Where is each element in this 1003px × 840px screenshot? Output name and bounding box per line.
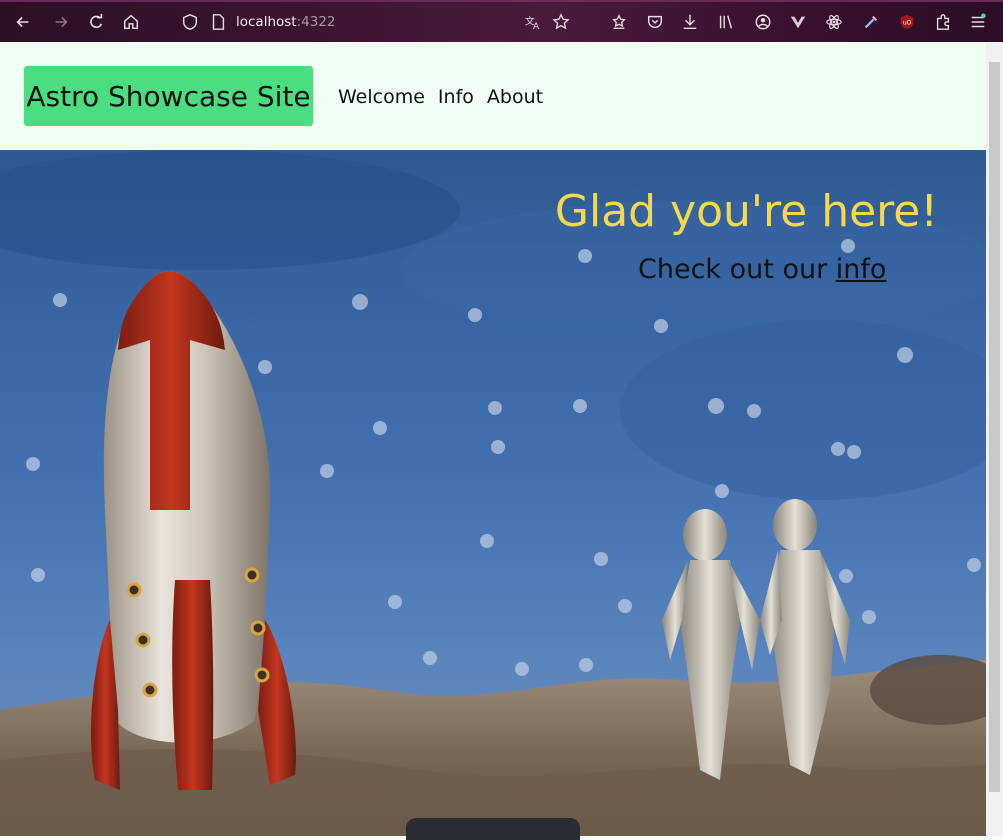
account-icon[interactable]: [752, 11, 774, 33]
vue-devtools-icon[interactable]: [787, 11, 809, 33]
page-viewport: Astro Showcase Site Welcome Info About G…: [0, 42, 986, 836]
info-link[interactable]: info: [836, 254, 887, 285]
ublock-icon[interactable]: uO: [896, 11, 918, 33]
svg-text:A: A: [533, 22, 540, 31]
react-devtools-icon[interactable]: [823, 11, 845, 33]
extensions-icon[interactable]: [932, 11, 954, 33]
translate-icon[interactable]: 文A: [522, 11, 544, 33]
bookmark-star-icon[interactable]: [550, 11, 572, 33]
eyedropper-icon[interactable]: [860, 11, 882, 33]
hero-section: Glad you're here! Check out our info: [0, 150, 986, 836]
back-icon[interactable]: [12, 11, 34, 33]
dev-toolbar[interactable]: [406, 818, 580, 840]
svg-text:uO: uO: [903, 21, 912, 27]
scrollbar-thumb[interactable]: [989, 62, 1000, 792]
reload-icon[interactable]: [85, 11, 107, 33]
url-field[interactable]: localhost:4322: [236, 14, 336, 30]
hero-subtitle: Check out our info: [638, 254, 886, 285]
sync-icon[interactable]: [608, 11, 630, 33]
menu-icon[interactable]: [967, 11, 989, 33]
browser-toolbar: localhost:4322 文A uO: [0, 0, 1003, 42]
forward-icon[interactable]: [50, 11, 72, 33]
nav-link-about[interactable]: About: [487, 86, 543, 108]
home-icon[interactable]: [120, 11, 142, 33]
vertical-scrollbar[interactable]: [986, 42, 1003, 836]
nav-link-info[interactable]: Info: [438, 86, 474, 108]
site-header: Astro Showcase Site Welcome Info About: [0, 42, 986, 150]
site-brand-button[interactable]: Astro Showcase Site: [24, 66, 313, 126]
hero-background-image: [0, 150, 986, 836]
download-icon[interactable]: [679, 11, 701, 33]
hero-subtitle-text: Check out our: [638, 254, 836, 285]
library-icon[interactable]: [715, 11, 737, 33]
hero-title: Glad you're here!: [554, 186, 938, 237]
shield-icon[interactable]: [179, 11, 201, 33]
url-host: localhost: [236, 14, 297, 30]
nav-link-welcome[interactable]: Welcome: [338, 86, 425, 108]
url-port: :4322: [296, 14, 336, 30]
site-nav: Welcome Info About: [338, 86, 543, 108]
pocket-icon[interactable]: [644, 11, 666, 33]
page-icon: [207, 11, 229, 33]
